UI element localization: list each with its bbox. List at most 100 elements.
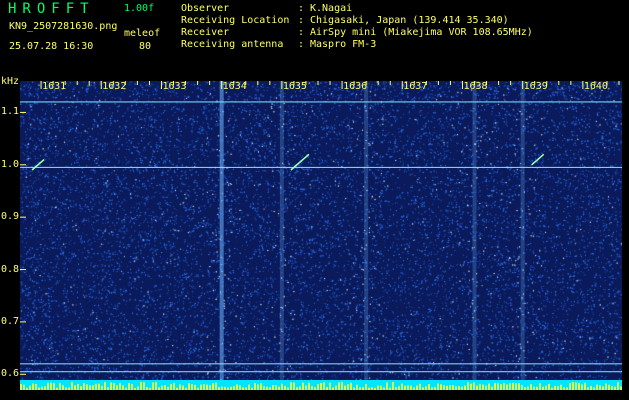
burst-mark xyxy=(140,382,142,390)
burst-mark xyxy=(569,383,571,390)
plot-right-margin xyxy=(622,81,629,400)
x-tick-label: 1640 xyxy=(583,81,608,92)
burst-mark xyxy=(215,382,217,390)
burst-mark xyxy=(485,385,487,390)
burst-mark xyxy=(464,385,466,390)
burst-mark xyxy=(80,386,82,390)
burst-mark xyxy=(515,383,517,390)
x-tick-label: 1632 xyxy=(102,81,127,92)
antenna-label: Receiving antenna xyxy=(181,39,284,50)
burst-mark xyxy=(56,387,58,390)
burst-mark xyxy=(263,386,265,390)
burst-mark xyxy=(131,383,133,390)
burst-mark xyxy=(428,384,430,390)
x-tick-label: 1639 xyxy=(523,81,548,92)
burst-mark xyxy=(77,383,79,390)
burst-mark xyxy=(371,387,373,390)
burst-mark xyxy=(224,386,226,390)
burst-mark xyxy=(479,383,481,390)
receiver-value: AirSpy mini (Miakejima VOR 108.65MHz) xyxy=(310,27,533,38)
burst-mark xyxy=(326,386,328,390)
burst-mark xyxy=(467,382,469,390)
burst-mark xyxy=(83,383,85,390)
burst-mark xyxy=(359,387,361,390)
header-panel: HROFFT 1.00f KN9_2507281630.png meleof 2… xyxy=(0,0,629,76)
x-tick-label: 1631 xyxy=(42,81,67,92)
burst-mark xyxy=(416,385,418,390)
burst-mark xyxy=(188,383,190,390)
burst-mark xyxy=(236,384,238,390)
burst-mark xyxy=(71,382,73,390)
burst-mark xyxy=(176,387,178,390)
burst-mark xyxy=(449,385,451,390)
burst-mark xyxy=(269,387,271,390)
burst-mark xyxy=(281,383,283,390)
burst-mark xyxy=(107,387,109,390)
info-separator: : xyxy=(298,15,305,26)
antenna-value: Maspro FM-3 xyxy=(310,39,377,50)
location-value: Chigasaki, Japan (139.414 35.340) xyxy=(310,15,509,26)
burst-mark xyxy=(302,382,304,390)
burst-mark xyxy=(560,384,562,390)
receiver-label: Receiver xyxy=(181,27,230,38)
burst-mark xyxy=(251,387,253,390)
burst-mark xyxy=(62,385,64,390)
burst-mark xyxy=(383,387,385,390)
burst-mark xyxy=(395,387,397,390)
info-separator: : xyxy=(298,39,305,50)
burst-mark xyxy=(551,387,553,390)
burst-mark xyxy=(299,386,301,390)
vertical-streak xyxy=(520,81,525,390)
burst-mark xyxy=(212,383,214,390)
mode-label: meleof xyxy=(124,28,161,39)
burst-mark xyxy=(254,382,256,390)
burst-mark xyxy=(509,383,511,390)
burst-mark xyxy=(332,387,334,390)
burst-mark xyxy=(590,385,592,390)
timestamp-label: 25.07.28 16:30 xyxy=(9,41,94,52)
burst-mark xyxy=(335,385,337,390)
y-tick-label: 0.7 xyxy=(1,315,20,327)
burst-mark xyxy=(233,385,235,390)
burst-mark xyxy=(317,383,319,390)
burst-mark xyxy=(209,385,211,390)
burst-mark xyxy=(524,387,526,390)
burst-mark xyxy=(134,387,136,390)
burst-mark xyxy=(350,382,352,390)
burst-mark xyxy=(491,386,493,390)
burst-mark xyxy=(194,384,196,390)
vertical-streak xyxy=(472,81,477,390)
burst-mark xyxy=(74,385,76,390)
x-tick-label: 1635 xyxy=(282,81,307,92)
burst-mark xyxy=(494,382,496,390)
burst-mark xyxy=(287,387,289,390)
x-tick-label: 1633 xyxy=(162,81,187,92)
burst-mark xyxy=(437,383,439,390)
burst-mark xyxy=(584,382,586,390)
burst-mark xyxy=(320,382,322,390)
burst-mark xyxy=(341,382,343,390)
burst-mark xyxy=(158,387,160,390)
burst-mark xyxy=(455,386,457,390)
burst-mark xyxy=(503,383,505,390)
burst-mark xyxy=(47,382,49,390)
burst-mark xyxy=(308,382,310,390)
burst-mark xyxy=(608,384,610,390)
info-separator: : xyxy=(298,27,305,38)
burst-mark xyxy=(542,386,544,390)
burst-mark xyxy=(536,386,538,390)
burst-mark xyxy=(434,387,436,390)
burst-mark xyxy=(311,386,313,390)
burst-mark xyxy=(170,384,172,390)
observer-label: Observer xyxy=(181,3,230,14)
burst-mark xyxy=(95,383,97,390)
burst-mark xyxy=(230,386,232,390)
burst-mark xyxy=(272,385,274,390)
vertical-streak xyxy=(364,81,369,390)
burst-mark xyxy=(278,386,280,390)
burst-mark xyxy=(200,384,202,390)
burst-mark xyxy=(461,386,463,390)
mode-value: 80 xyxy=(139,41,152,52)
burst-mark xyxy=(173,383,175,390)
burst-mark xyxy=(179,384,181,390)
